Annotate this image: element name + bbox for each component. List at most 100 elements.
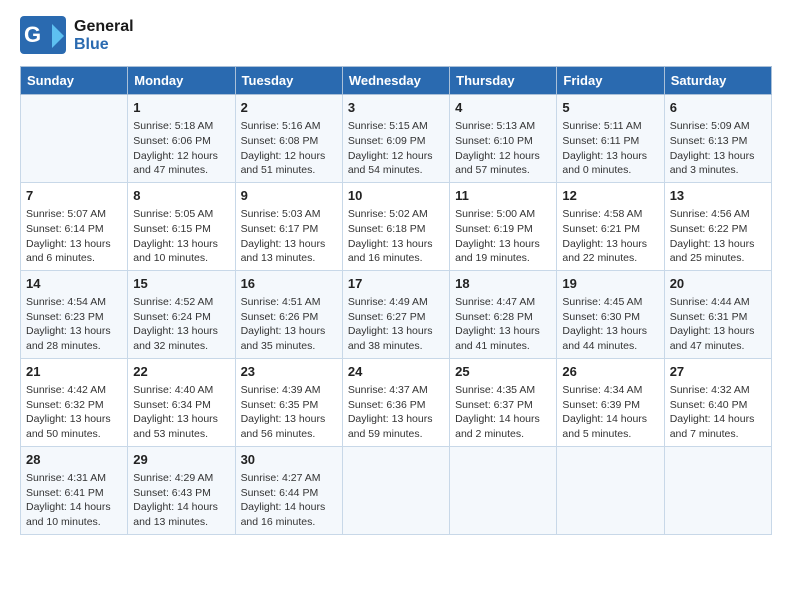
calendar-cell: 2 Sunrise: 5:16 AM Sunset: 6:08 PM Daylig… [235, 95, 342, 183]
calendar-table: SundayMondayTuesdayWednesdayThursdayFrid… [20, 66, 772, 535]
cell-content: Sunrise: 4:42 AM Sunset: 6:32 PM Dayligh… [26, 383, 122, 442]
cell-content: Sunrise: 4:34 AM Sunset: 6:39 PM Dayligh… [562, 383, 658, 442]
calendar-cell: 22Sunrise: 4:40 AM Sunset: 6:34 PM Dayli… [128, 358, 235, 446]
day-number: 17 [348, 275, 444, 293]
week-row-4: 21 Sunrise: 4:42 AM Sunset: 6:32 PM Dayli… [21, 358, 772, 446]
header-cell-saturday: Saturday [664, 67, 771, 95]
calendar-cell: 6 Sunrise: 5:09 AM Sunset: 6:13 PM Daylig… [664, 95, 771, 183]
calendar-cell: 8 Sunrise: 5:05 AM Sunset: 6:15 PM Daylig… [128, 182, 235, 270]
cell-content: Sunrise: 4:27 AM Sunset: 6:44 PM Dayligh… [241, 471, 337, 530]
day-number: 22 [133, 363, 229, 381]
header-cell-tuesday: Tuesday [235, 67, 342, 95]
header-cell-sunday: Sunday [21, 67, 128, 95]
day-number: 2 [241, 99, 337, 117]
cell-content: Sunrise: 4:39 AM Sunset: 6:35 PM Dayligh… [241, 383, 337, 442]
header-cell-thursday: Thursday [450, 67, 557, 95]
calendar-cell: 19Sunrise: 4:45 AM Sunset: 6:30 PM Dayli… [557, 270, 664, 358]
day-number: 20 [670, 275, 766, 293]
calendar-cell [557, 446, 664, 534]
page: G GeneralBlue SundayMondayTuesdayWednesda… [0, 0, 792, 551]
calendar-cell: 4 Sunrise: 5:13 AM Sunset: 6:10 PM Daylig… [450, 95, 557, 183]
calendar-cell: 11 Sunrise: 5:00 AM Sunset: 6:19 PM Dayli… [450, 182, 557, 270]
header: G GeneralBlue [20, 16, 772, 56]
calendar-cell: 3Sunrise: 5:15 AM Sunset: 6:09 PM Daylig… [342, 95, 449, 183]
cell-content: Sunrise: 4:29 AM Sunset: 6:43 PM Dayligh… [133, 471, 229, 530]
calendar-cell: 9 Sunrise: 5:03 AM Sunset: 6:17 PM Daylig… [235, 182, 342, 270]
calendar-cell: 16Sunrise: 4:51 AM Sunset: 6:26 PM Dayli… [235, 270, 342, 358]
day-number: 19 [562, 275, 658, 293]
calendar-cell: 24 Sunrise: 4:37 AM Sunset: 6:36 PM Dayli… [342, 358, 449, 446]
day-number: 1 [133, 99, 229, 117]
calendar-cell: 13 Sunrise: 4:56 AM Sunset: 6:22 PM Dayli… [664, 182, 771, 270]
calendar-cell [342, 446, 449, 534]
calendar-cell [450, 446, 557, 534]
day-number: 6 [670, 99, 766, 117]
cell-content: Sunrise: 4:54 AM Sunset: 6:23 PM Dayligh… [26, 295, 122, 354]
cell-content: Sunrise: 4:35 AM Sunset: 6:37 PM Dayligh… [455, 383, 551, 442]
day-number: 29 [133, 451, 229, 469]
calendar-cell: 1 Sunrise: 5:18 AM Sunset: 6:06 PM Daylig… [128, 95, 235, 183]
day-number: 15 [133, 275, 229, 293]
header-cell-monday: Monday [128, 67, 235, 95]
week-row-3: 14 Sunrise: 4:54 AM Sunset: 6:23 PM Dayli… [21, 270, 772, 358]
logo: G GeneralBlue [20, 16, 134, 56]
header-row: SundayMondayTuesdayWednesdayThursdayFrid… [21, 67, 772, 95]
calendar-cell: 15 Sunrise: 4:52 AM Sunset: 6:24 PM Dayli… [128, 270, 235, 358]
cell-content: Sunrise: 5:09 AM Sunset: 6:13 PM Dayligh… [670, 119, 766, 178]
day-number: 24 [348, 363, 444, 381]
calendar-cell: 17 Sunrise: 4:49 AM Sunset: 6:27 PM Dayli… [342, 270, 449, 358]
day-number: 10 [348, 187, 444, 205]
day-number: 28 [26, 451, 122, 469]
cell-content: Sunrise: 5:18 AM Sunset: 6:06 PM Dayligh… [133, 119, 229, 178]
day-number: 18 [455, 275, 551, 293]
cell-content: Sunrise: 5:13 AM Sunset: 6:10 PM Dayligh… [455, 119, 551, 178]
calendar-cell: 10 Sunrise: 5:02 AM Sunset: 6:18 PM Dayli… [342, 182, 449, 270]
day-number: 5 [562, 99, 658, 117]
calendar-cell: 7 Sunrise: 5:07 AM Sunset: 6:14 PM Daylig… [21, 182, 128, 270]
cell-content: Sunrise: 4:56 AM Sunset: 6:22 PM Dayligh… [670, 207, 766, 266]
header-cell-friday: Friday [557, 67, 664, 95]
calendar-cell: 30Sunrise: 4:27 AM Sunset: 6:44 PM Dayli… [235, 446, 342, 534]
calendar-cell [664, 446, 771, 534]
calendar-cell: 12 Sunrise: 4:58 AM Sunset: 6:21 PM Dayli… [557, 182, 664, 270]
svg-text:G: G [24, 22, 41, 47]
week-row-5: 28Sunrise: 4:31 AM Sunset: 6:41 PM Dayli… [21, 446, 772, 534]
day-number: 11 [455, 187, 551, 205]
cell-content: Sunrise: 4:37 AM Sunset: 6:36 PM Dayligh… [348, 383, 444, 442]
week-row-2: 7 Sunrise: 5:07 AM Sunset: 6:14 PM Daylig… [21, 182, 772, 270]
day-number: 8 [133, 187, 229, 205]
cell-content: Sunrise: 5:00 AM Sunset: 6:19 PM Dayligh… [455, 207, 551, 266]
logo-line1: General [74, 18, 134, 36]
day-number: 21 [26, 363, 122, 381]
cell-content: Sunrise: 5:07 AM Sunset: 6:14 PM Dayligh… [26, 207, 122, 266]
cell-content: Sunrise: 4:52 AM Sunset: 6:24 PM Dayligh… [133, 295, 229, 354]
logo-svg: G [20, 16, 70, 56]
day-number: 27 [670, 363, 766, 381]
calendar-cell: 26Sunrise: 4:34 AM Sunset: 6:39 PM Dayli… [557, 358, 664, 446]
cell-content: Sunrise: 4:49 AM Sunset: 6:27 PM Dayligh… [348, 295, 444, 354]
logo-text: GeneralBlue [74, 18, 134, 54]
day-number: 9 [241, 187, 337, 205]
calendar-cell: 20 Sunrise: 4:44 AM Sunset: 6:31 PM Dayli… [664, 270, 771, 358]
cell-content: Sunrise: 4:44 AM Sunset: 6:31 PM Dayligh… [670, 295, 766, 354]
header-cell-wednesday: Wednesday [342, 67, 449, 95]
day-number: 7 [26, 187, 122, 205]
calendar-cell: 29 Sunrise: 4:29 AM Sunset: 6:43 PM Dayli… [128, 446, 235, 534]
cell-content: Sunrise: 5:03 AM Sunset: 6:17 PM Dayligh… [241, 207, 337, 266]
cell-content: Sunrise: 4:58 AM Sunset: 6:21 PM Dayligh… [562, 207, 658, 266]
day-number: 4 [455, 99, 551, 117]
logo-line2: Blue [74, 36, 134, 54]
day-number: 25 [455, 363, 551, 381]
calendar-cell: 25 Sunrise: 4:35 AM Sunset: 6:37 PM Dayli… [450, 358, 557, 446]
cell-content: Sunrise: 5:02 AM Sunset: 6:18 PM Dayligh… [348, 207, 444, 266]
day-number: 13 [670, 187, 766, 205]
day-number: 23 [241, 363, 337, 381]
day-number: 14 [26, 275, 122, 293]
cell-content: Sunrise: 5:05 AM Sunset: 6:15 PM Dayligh… [133, 207, 229, 266]
day-number: 12 [562, 187, 658, 205]
calendar-cell: 27Sunrise: 4:32 AM Sunset: 6:40 PM Dayli… [664, 358, 771, 446]
calendar-cell: 14 Sunrise: 4:54 AM Sunset: 6:23 PM Dayli… [21, 270, 128, 358]
calendar-cell: 28Sunrise: 4:31 AM Sunset: 6:41 PM Dayli… [21, 446, 128, 534]
cell-content: Sunrise: 5:16 AM Sunset: 6:08 PM Dayligh… [241, 119, 337, 178]
cell-content: Sunrise: 5:15 AM Sunset: 6:09 PM Dayligh… [348, 119, 444, 178]
